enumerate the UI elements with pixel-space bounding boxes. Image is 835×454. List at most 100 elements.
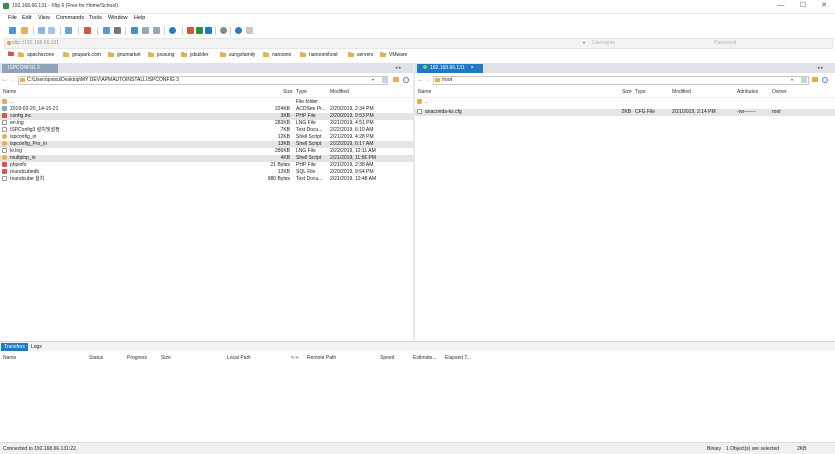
tab-close-icon[interactable]: × [471,65,474,71]
back-arrow-icon[interactable]: ← [2,77,8,83]
local-row-selected[interactable]: config.inc 3KB PHP File 2/20/2019, 9:53 … [0,113,413,120]
local-row[interactable]: phpinfo 21 Bytes PHP File 2/21/2019, 2:3… [0,162,413,169]
col-modified[interactable]: Modified [672,89,691,95]
local-path-field[interactable]: C:\Users\joosu\Desktop\MY DEV\APMAUTOINS… [18,76,388,85]
menu-help[interactable]: Help [134,15,145,21]
menu-edit[interactable]: Edit [22,15,31,21]
local-row-selected[interactable]: ispconfig_Pro_in 13KB Shell Script 2/22/… [0,141,413,148]
bookmark-sungsfamily[interactable]: sungsfamily [220,52,255,58]
close-button[interactable]: ✕ [819,2,829,10]
bookmarks-icon[interactable] [8,51,17,56]
properties-icon[interactable] [103,27,110,34]
col-attributes[interactable]: Attributes [737,89,758,95]
new-folder-icon[interactable] [393,77,399,82]
col-type[interactable]: Type [296,89,307,95]
delete-icon[interactable] [84,27,91,34]
local-row[interactable]: roundcubedb 12KB SQL File 2/20/2019, 9:5… [0,169,413,176]
tcol-estimate[interactable]: Estimate... [413,355,437,361]
chat-icon[interactable] [246,27,253,34]
tab-nav-arrows[interactable]: ◂ ▸ [817,65,823,71]
bookmark-gnumarket[interactable]: gnumarket [108,52,141,58]
col-type[interactable]: Type [635,89,646,95]
remote-path-field[interactable]: /root [433,76,809,85]
lock-icon[interactable] [153,27,160,34]
xshell-icon[interactable] [187,27,194,34]
menu-commands[interactable]: Commands [56,15,84,21]
reconnect-icon[interactable] [38,27,45,34]
tab-logs[interactable]: Logs [28,343,45,351]
host-input[interactable]: sftp://192.168.66.131 [12,40,59,46]
sync-icon[interactable] [131,27,138,34]
refresh-pane-icon[interactable] [403,77,409,83]
maximize-button[interactable]: ☐ [798,2,808,10]
col-name[interactable]: Name [3,89,16,95]
tcol-speed[interactable]: Speed [380,355,394,361]
session-manager-icon[interactable] [205,27,212,34]
menu-file[interactable]: File [8,15,17,21]
menu-view[interactable]: View [38,15,50,21]
tcol-local-path[interactable]: Local Path [227,355,251,361]
bookmark-apachezone[interactable]: apachezone [18,52,54,58]
transfer-icon[interactable] [65,27,72,34]
col-owner[interactable]: Owner [772,89,787,95]
bookmark-vmware[interactable]: VMware [380,52,407,58]
address-bar[interactable]: sftp://192.168.66.131 ▾ Username Passwor… [4,38,833,49]
new-session-icon[interactable] [9,27,16,34]
bookmark-servers[interactable]: servers [348,52,373,58]
col-modified[interactable]: Modified [330,89,349,95]
tab-transfers[interactable]: Transfers [1,343,28,351]
xftp-icon[interactable] [196,27,203,34]
open-folder-icon[interactable] [21,27,28,34]
refresh-icon[interactable] [114,27,121,34]
bookmark-nanoomihost[interactable]: nanoomihost [300,52,338,58]
tab-nav-arrows[interactable]: ◂ ▸ [395,65,401,71]
tab-local[interactable]: ISPCONFIG 3 [2,64,58,73]
password-input[interactable]: Password [714,40,736,46]
local-row[interactable]: ispconfig_in 12KB Shell Script 2/21/2019… [0,134,413,141]
forward-arrow-icon[interactable]: → [425,77,431,83]
local-row[interactable]: roundcube 설치 980 Bytes Text Docu... 2/21… [0,176,413,183]
local-row[interactable]: .. File folder [0,99,413,106]
tcol-progress[interactable]: Progress [127,355,147,361]
local-row[interactable]: 2019-02-20_14-15-21 224KB ACDSee Pr... 2… [0,106,413,113]
tcol-size[interactable]: Size [161,355,171,361]
tab-remote[interactable]: 192.168.66.131 × [417,64,483,73]
bookmark-joosung[interactable]: joosung [148,52,175,58]
filter-view-icon[interactable] [801,77,807,83]
forward-arrow-icon[interactable]: → [10,77,16,83]
bookmark-nanoomi[interactable]: nanoomi [263,52,291,58]
disconnect-icon[interactable] [48,27,55,34]
col-size[interactable]: Size [622,89,632,95]
filter-icon[interactable] [142,27,149,34]
tcol-remote-path[interactable]: Remote Path [307,355,336,361]
globe-icon[interactable] [169,27,176,34]
refresh-pane-icon[interactable] [822,77,828,83]
username-input[interactable]: Username [592,40,615,46]
help-icon[interactable] [235,27,242,34]
remote-row[interactable]: .. [415,99,835,106]
bookmark-gnupark[interactable]: gnupark.com [63,52,101,58]
col-name[interactable]: Name [418,89,431,95]
local-row[interactable]: en.lng 283KB LNG File 2/21/2019, 4:51 PM [0,120,413,127]
back-arrow-icon[interactable]: ← [417,77,423,83]
minimize-button[interactable]: — [776,2,786,10]
path-dropdown-icon[interactable]: ▾ [791,77,793,82]
tcol-status[interactable]: Status [89,355,103,361]
address-dropdown-icon[interactable]: ▾ [583,40,585,45]
tcol-direction[interactable]: <-> [291,355,299,361]
tcol-name[interactable]: Name [3,355,16,361]
menu-tools[interactable]: Tools [89,15,102,21]
local-row[interactable]: ISPConfig3 설치및설정 7KB Text Docu... 2/22/2… [0,127,413,134]
menu-window[interactable]: Window [108,15,128,21]
path-dropdown-icon[interactable]: ▾ [372,77,374,82]
local-row[interactable]: kr.lng 286KB LNG File 2/22/2019, 12:11 A… [0,148,413,155]
tcol-elapsed[interactable]: Elapsed T... [445,355,471,361]
filter-view-icon[interactable] [382,77,388,83]
col-size[interactable]: Size [283,89,293,95]
gear-icon[interactable] [220,27,227,34]
php-file-icon [2,113,7,118]
local-row-selected[interactable]: multiphp_in 4KB Shell Script 2/21/2019, … [0,155,413,162]
bookmark-jsbuilder[interactable]: jsbuilder [181,52,209,58]
new-folder-icon[interactable] [812,77,818,82]
remote-row-selected[interactable]: anaconda-ks.cfg 2KB CFG File 2/21/2019, … [415,109,835,116]
